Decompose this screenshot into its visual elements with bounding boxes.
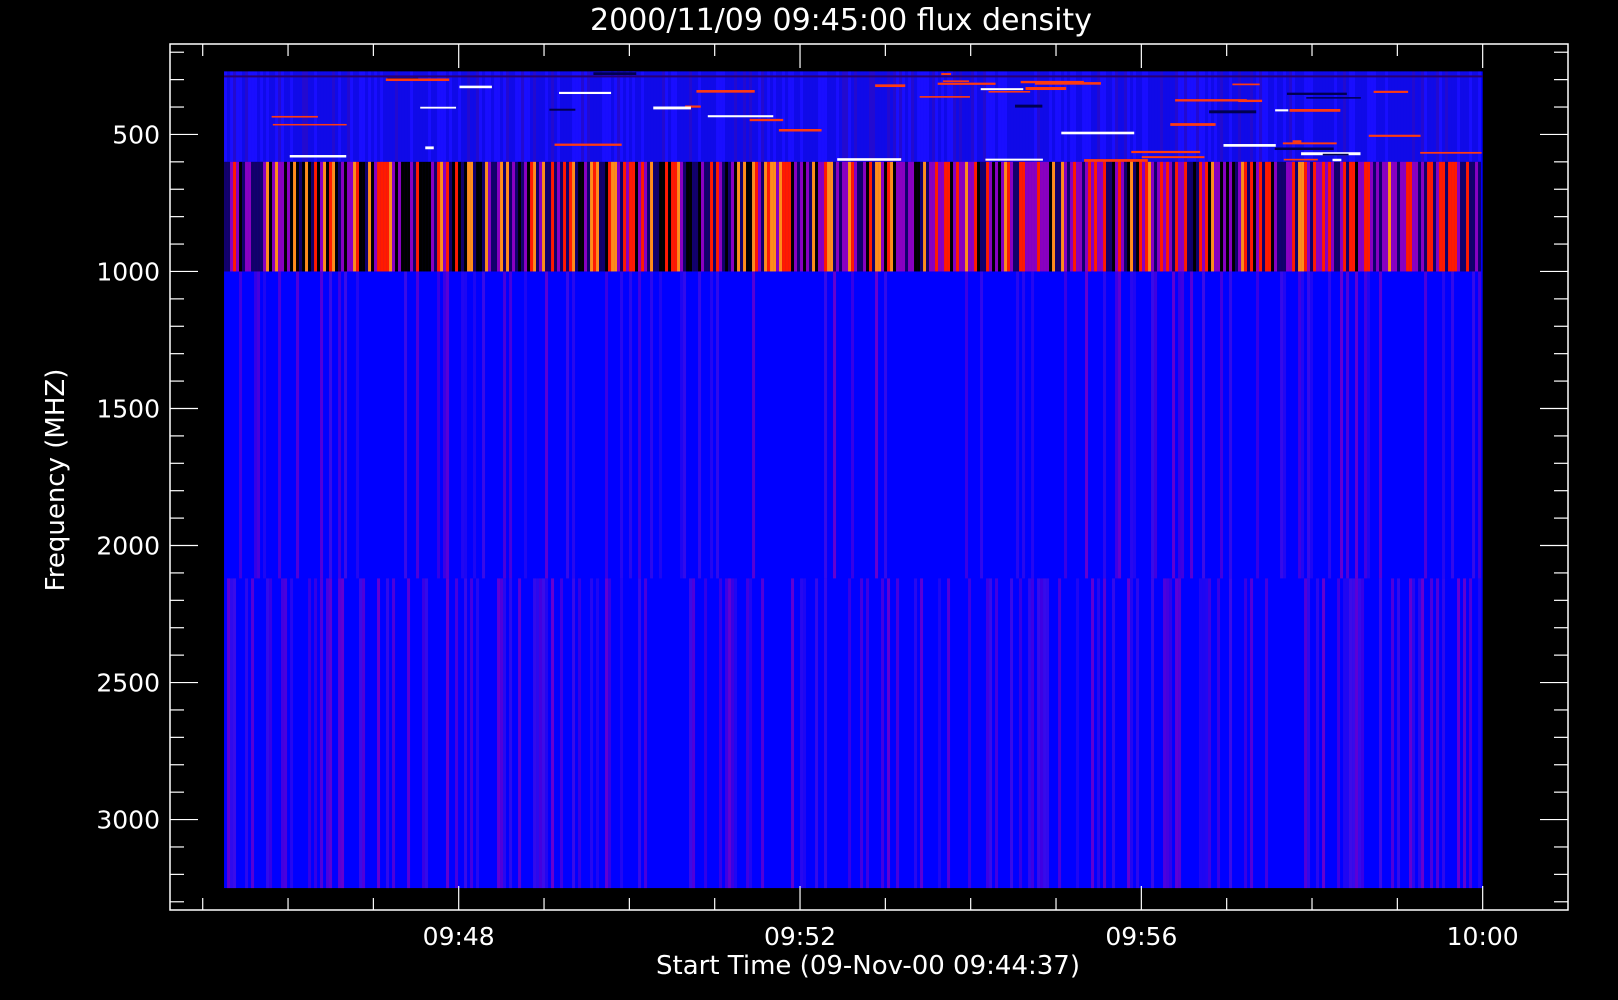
band-600-1000 <box>224 161 1482 272</box>
y-tick-label: 1500 <box>96 394 160 423</box>
x-tick-label: 09:52 <box>764 922 836 951</box>
y-tick-label: 3000 <box>96 806 160 835</box>
chart-title: 2000/11/09 09:45:00 flux density <box>590 3 1092 38</box>
spectrogram-chart: 2000/11/09 09:45:00 flux density 500 1000… <box>0 0 1618 1000</box>
x-tick-label: 09:56 <box>1105 922 1177 951</box>
y-axis-label: Frequency (MHZ) <box>41 369 71 592</box>
y-tick-label: 2000 <box>96 532 160 561</box>
y-tick-label: 1000 <box>96 257 160 286</box>
heatmap-area <box>224 71 1483 889</box>
y-tick-label: 500 <box>112 120 160 149</box>
y-tick-label: 2500 <box>96 669 160 698</box>
band-270-600 <box>224 71 1483 162</box>
x-tick-label: 10:00 <box>1447 922 1519 951</box>
x-tick-label: 09:48 <box>423 922 495 951</box>
x-axis-label: Start Time (09-Nov-00 09:44:37) <box>656 951 1080 981</box>
